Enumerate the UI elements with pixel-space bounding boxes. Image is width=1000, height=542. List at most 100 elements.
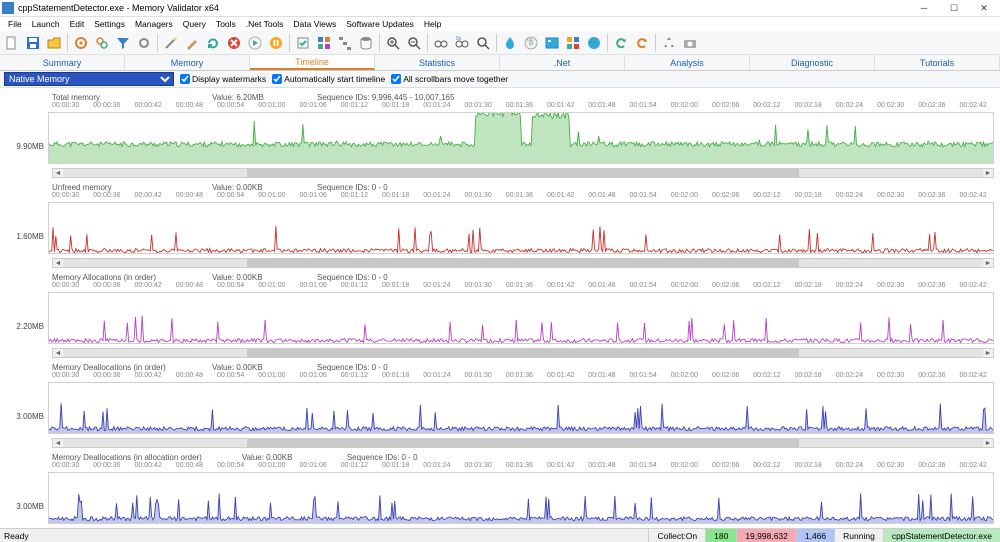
- svg-text:CD: CD: [527, 37, 533, 42]
- search-button[interactable]: [473, 33, 493, 53]
- recycle-button[interactable]: [659, 33, 679, 53]
- tab-analysis[interactable]: Analysis: [625, 55, 750, 70]
- menu-edit[interactable]: Edit: [66, 19, 89, 29]
- menu-query[interactable]: Query: [179, 19, 210, 29]
- chart-seq: Sequence IDs: 0 - 0: [317, 363, 388, 372]
- tab-tutorials[interactable]: Tutorials: [875, 55, 1000, 70]
- open-button[interactable]: [44, 33, 64, 53]
- tab-diagnostic[interactable]: Diagnostic: [750, 55, 875, 70]
- minimize-button[interactable]: ─: [910, 0, 938, 16]
- status-count1: 180: [705, 529, 736, 542]
- settings-button[interactable]: [71, 33, 91, 53]
- tree-button[interactable]: [335, 33, 355, 53]
- chart-plot-0[interactable]: [48, 112, 994, 164]
- wand-button[interactable]: [161, 33, 181, 53]
- db-button[interactable]: [356, 33, 376, 53]
- memory-type-select[interactable]: Native Memory: [4, 72, 174, 86]
- options-button[interactable]: [134, 33, 154, 53]
- chart-ylabel: 2.20MB: [6, 292, 48, 348]
- stop-button[interactable]: [224, 33, 244, 53]
- toolbar-sep: [496, 34, 497, 52]
- chart-scrollbar[interactable]: ◄►: [52, 258, 994, 268]
- status-count3: 1,466: [796, 529, 834, 542]
- time-ticks: 00:00:3000:00:3600:00:4200:00:4800:00:54…: [52, 192, 994, 201]
- newdoc-button[interactable]: [2, 33, 22, 53]
- svg-text:0x: 0x: [456, 36, 462, 42]
- chart-plot-4[interactable]: [48, 472, 994, 524]
- world-button[interactable]: [584, 33, 604, 53]
- apps-button[interactable]: [563, 33, 583, 53]
- menu-dataviews[interactable]: Data Views: [289, 19, 340, 29]
- tab-memory[interactable]: Memory: [125, 55, 250, 70]
- display-watermarks-checkbox[interactable]: Display watermarks: [180, 74, 266, 84]
- tab-summary[interactable]: Summary: [0, 55, 125, 70]
- find-button[interactable]: [431, 33, 451, 53]
- menu-settings[interactable]: Settings: [90, 19, 129, 29]
- toolbar-sep: [289, 34, 290, 52]
- filter-button[interactable]: [113, 33, 133, 53]
- tab-timeline[interactable]: Timeline: [250, 55, 375, 70]
- chart-title: Unfreed memory: [52, 183, 172, 192]
- tab-net[interactable]: .Net: [500, 55, 625, 70]
- toolbar-sep: [655, 34, 656, 52]
- time-ticks: 00:00:3000:00:3600:00:4200:00:4800:00:54…: [52, 102, 994, 111]
- chart-scrollbar[interactable]: ◄►: [52, 438, 994, 448]
- toolbar: 0x CD: [0, 31, 1000, 55]
- scrollbars-together-checkbox[interactable]: All scrollbars move together: [391, 74, 508, 84]
- close-button[interactable]: ✕: [970, 0, 998, 16]
- findhex-button[interactable]: 0x: [452, 33, 472, 53]
- menu-softwareupdates[interactable]: Software Updates: [342, 19, 418, 29]
- cd-button[interactable]: CD: [521, 33, 541, 53]
- grid-button[interactable]: [314, 33, 334, 53]
- tab-statistics[interactable]: Statistics: [375, 55, 500, 70]
- menu-managers[interactable]: Managers: [131, 19, 177, 29]
- chart-scrollbar[interactable]: ◄►: [52, 348, 994, 358]
- auto-start-timeline-checkbox[interactable]: Automatically start timeline: [272, 74, 385, 84]
- zoomin-button[interactable]: [383, 33, 403, 53]
- maximize-button[interactable]: ☐: [940, 0, 968, 16]
- status-running: Running: [834, 529, 883, 542]
- chart-block-4: Memory Deallocations (in allocation orde…: [6, 452, 994, 528]
- chart-header: Memory Allocations (in order)Value: 0.00…: [52, 272, 994, 282]
- menu-file[interactable]: File: [4, 19, 26, 29]
- chart-plot-2[interactable]: [48, 292, 994, 344]
- chart-seq: Sequence IDs: 0 - 0: [347, 453, 418, 462]
- tasks-button[interactable]: [293, 33, 313, 53]
- zoomout-button[interactable]: [404, 33, 424, 53]
- chart-seq: Sequence IDs: 0 - 0: [317, 183, 388, 192]
- leak-button[interactable]: [500, 33, 520, 53]
- camera-button[interactable]: [680, 33, 700, 53]
- menu-nettools[interactable]: .Net Tools: [242, 19, 288, 29]
- chart-scrollbar[interactable]: ◄►: [52, 168, 994, 178]
- chart-seq: Sequence IDs: 0 - 0: [317, 273, 388, 282]
- app-button[interactable]: [542, 33, 562, 53]
- toolbar-sep: [379, 34, 380, 52]
- save-button[interactable]: [23, 33, 43, 53]
- chart-header: Total memoryValue: 6.20MBSequence IDs: 9…: [52, 92, 994, 102]
- refresh-button[interactable]: [203, 33, 223, 53]
- settings2-button[interactable]: [92, 33, 112, 53]
- main-tabs: SummaryMemoryTimelineStatistics.NetAnaly…: [0, 55, 1000, 71]
- menu-tools[interactable]: Tools: [212, 19, 240, 29]
- toolbar-sep: [157, 34, 158, 52]
- chart-plot-3[interactable]: [48, 382, 994, 434]
- menu-help[interactable]: Help: [420, 19, 445, 29]
- status-ready: Ready: [0, 531, 648, 541]
- chart-plot-1[interactable]: [48, 202, 994, 254]
- time-ticks: 00:00:3000:00:3600:00:4200:00:4800:00:54…: [52, 372, 994, 381]
- chart-value: Value: 0.00KB: [242, 453, 307, 462]
- cycle-button[interactable]: [611, 33, 631, 53]
- cycle2-button[interactable]: [632, 33, 652, 53]
- menu-launch[interactable]: Launch: [28, 19, 64, 29]
- chart-block-3: Memory Deallocations (in order)Value: 0.…: [6, 362, 994, 448]
- edit-button[interactable]: [182, 33, 202, 53]
- time-ticks: 00:00:3000:00:3600:00:4200:00:4800:00:54…: [52, 462, 994, 471]
- status-count2: 19,998,632: [736, 529, 796, 542]
- play-button[interactable]: [245, 33, 265, 53]
- app-icon: [2, 2, 14, 14]
- chart-title: Memory Deallocations (in order): [52, 363, 172, 372]
- chart-value: Value: 6.20MB: [212, 93, 277, 102]
- pause-button[interactable]: [266, 33, 286, 53]
- status-collect: Collect:On: [648, 529, 705, 542]
- chart-block-0: Total memoryValue: 6.20MBSequence IDs: 9…: [6, 92, 994, 178]
